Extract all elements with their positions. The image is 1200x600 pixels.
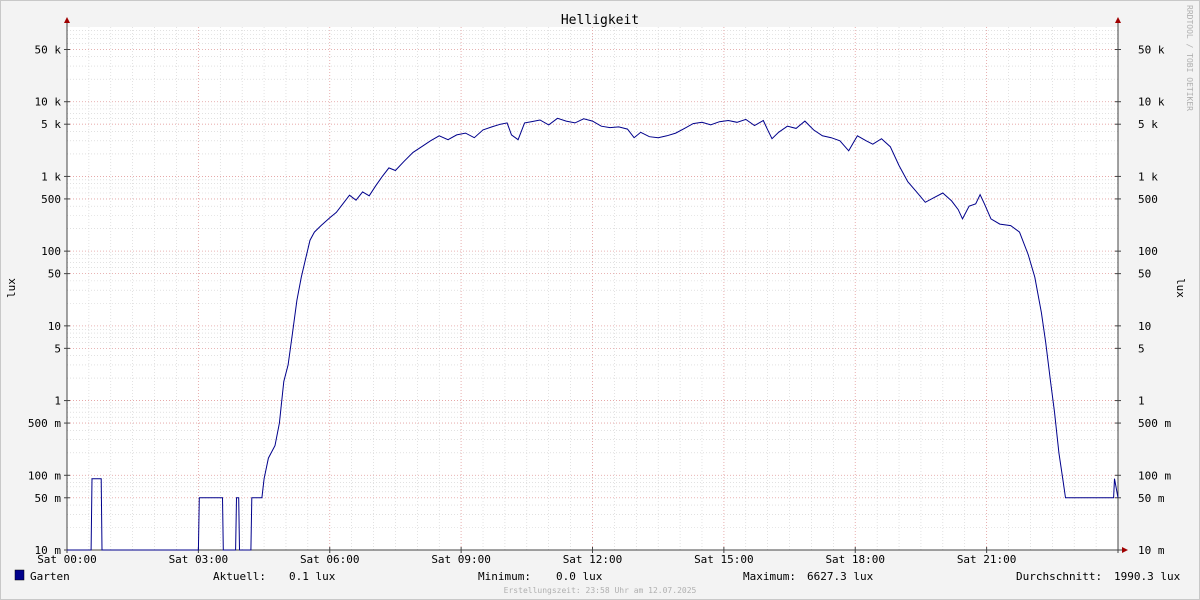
x-tick-label: Sat 15:00 [694,553,754,566]
y-tick-label-right: 1 k [1138,170,1158,183]
y-tick-label-right: 500 m [1138,417,1171,430]
y-tick-label-right: 5 [1138,342,1145,355]
y-tick-label-left: 10 k [35,96,62,109]
y-axis-right-arrow-icon [1115,17,1121,23]
y-tick-label-left: 10 [48,320,61,333]
x-tick-label: Sat 06:00 [300,553,360,566]
y-tick-label-left: 50 [48,268,61,281]
chart-title: Helligkeit [561,13,639,28]
y-tick-label-right: 50 k [1138,43,1165,56]
x-tick-label: Sat 09:00 [431,553,491,566]
y-tick-label-right: 10 [1138,320,1151,333]
x-tick-label: Sat 00:00 [37,553,97,566]
y-tick-label-left: 50 m [35,492,62,505]
y-tick-label-left: 100 [41,245,61,258]
legend-aktuell-label: Aktuell: [213,570,266,583]
legend-minimum-value: 0.0 lux [556,570,603,583]
y-tick-label-left: 100 m [28,469,61,482]
y-tick-label-right: 500 [1138,193,1158,206]
y-tick-labels-left: 10 m50 m100 m500 m1510501005001 k5 k10 k… [28,43,61,557]
legend-durchschnitt-label: Durchschnitt: [1016,570,1102,583]
legend-minimum-label: Minimum: [478,570,531,583]
x-tick-label: Sat 12:00 [563,553,623,566]
y-tick-label-right: 50 m [1138,492,1165,505]
chart-frame: 10 m 50 m 100 m 500 m 1 5 10 50 100 500 1 k 5 k 10 k… [0,0,1200,600]
y-tick-label-right: 1 [1138,395,1145,408]
legend-color-swatch [14,569,25,581]
y-tick-label-right: 10 m [1138,544,1165,557]
legend-aktuell-value: 0.1 lux [289,570,336,583]
y-tick-labels-right: 10 m 50 m 100 m 500 m 1 5 10 50 100 500 1 k 5 k 10 k… [1138,43,1171,557]
rrdtool-watermark: RRDTOOL / TOBI OETIKER [1185,5,1194,111]
creation-time-footer: Erstellungszeit: 23:58 Uhr am 12.07.2025 [504,586,697,595]
chart-svg: 10 m 50 m 100 m 500 m 1 5 10 50 100 500 1 k 5 k 10 k… [5,5,1194,595]
y-tick-label-right: 100 m [1138,469,1171,482]
y-tick-label-left: 500 [41,193,61,206]
x-tick-labels: Sat 00:00 Sat 03:00 Sat 06:00 Sat 09:00 Sat … [37,553,1016,566]
y-tick-label-right: 50 [1138,268,1151,281]
y-tick-label-left: 1 [54,395,61,408]
x-tick-label: Sat 18:00 [825,553,885,566]
x-axis-arrow-icon [1122,547,1128,553]
legend-series-name: Garten [30,570,70,583]
legend-durchschnitt-value: 1990.3 lux [1114,570,1181,583]
y-tick-label-left: 1 k [41,170,61,183]
y-tick-label-right: 10 k [1138,96,1165,109]
x-tick-label: Sat 03:00 [169,553,229,566]
y-tick-label-left: 5 k [41,118,61,131]
y-axis-label-left: lux [5,278,18,298]
x-tick-label: Sat 21:00 [957,553,1017,566]
y-tick-label-right: 100 [1138,245,1158,258]
y-tick-label-left: 5 [54,342,61,355]
legend-maximum-label: Maximum: [743,570,796,583]
legend-maximum-value: 6627.3 lux [807,570,874,583]
y-tick-label-right: 5 k [1138,118,1158,131]
y-axis-label-right: lux [1174,278,1187,298]
y-axis-left-arrow-icon [64,17,70,23]
y-tick-label-left: 50 k [35,43,62,56]
y-tick-label-left: 500 m [28,417,61,430]
